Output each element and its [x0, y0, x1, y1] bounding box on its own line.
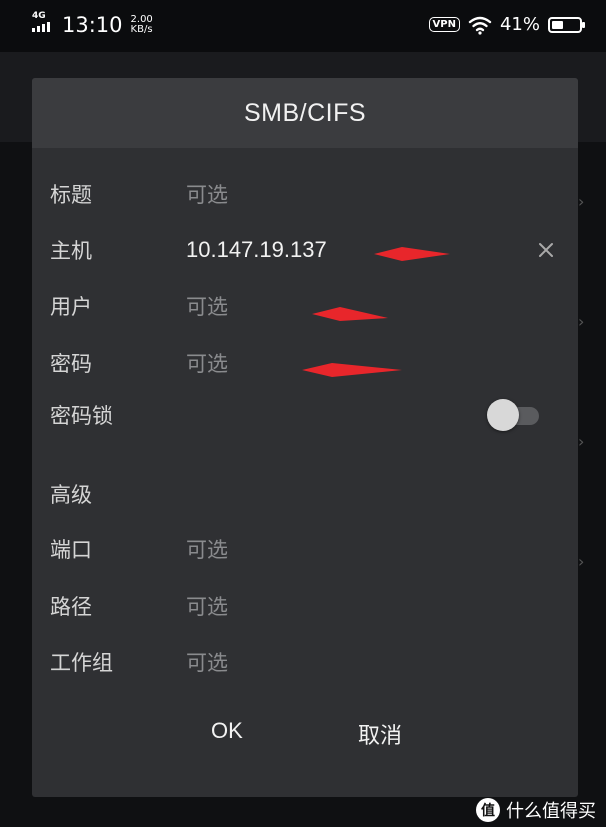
path-label: 路径	[50, 595, 92, 619]
toggle-thumb	[487, 399, 519, 431]
battery-fill	[552, 20, 563, 29]
ok-button[interactable]: OK	[211, 718, 243, 744]
close-icon	[539, 243, 553, 257]
path-input[interactable]: 可选	[186, 591, 228, 621]
password-lock-label: 密码锁	[50, 404, 113, 428]
advanced-heading: 高级	[50, 483, 92, 507]
password-lock-row: 密码锁	[32, 387, 578, 443]
port-field-row[interactable]: 端口 可选	[32, 521, 578, 577]
smb-connection-dialog: SMB/CIFS 标题 可选 主机 10.147.19.137 用户 可选 密码…	[32, 78, 578, 797]
vpn-icon: VPN	[428, 17, 460, 32]
watermark-text: 什么值得买	[506, 801, 596, 822]
host-label: 主机	[50, 239, 92, 263]
user-label: 用户	[50, 295, 92, 319]
host-input[interactable]: 10.147.19.137	[186, 237, 327, 263]
network-speed: 2.00 KB/s	[131, 15, 153, 35]
title-field-row[interactable]: 标题 可选	[32, 166, 578, 222]
password-field-row[interactable]: 密码 可选	[32, 335, 578, 391]
port-label: 端口	[50, 538, 92, 562]
status-right: VPN 41%	[428, 14, 585, 35]
chevron-right-icon: ›	[578, 312, 585, 331]
dialog-header: SMB/CIFS	[32, 78, 578, 148]
chevron-right-icon: ›	[578, 192, 585, 211]
path-field-row[interactable]: 路径 可选	[32, 578, 578, 634]
chevron-right-icon: ›	[578, 552, 585, 571]
workgroup-input[interactable]: 可选	[186, 647, 228, 677]
password-label: 密码	[50, 352, 92, 376]
network-type: 4G	[32, 11, 46, 21]
status-bar: 4G 13:10 2.00 KB/s VPN 41%	[0, 0, 606, 52]
cancel-button[interactable]: 取消	[358, 718, 402, 750]
clock: 13:10	[62, 13, 123, 37]
chevron-right-icon: ›	[578, 432, 585, 451]
password-input[interactable]: 可选	[186, 348, 228, 378]
watermark-logo: 值	[476, 798, 500, 822]
battery-icon	[548, 16, 585, 33]
cellular-signal-icon: 4G	[32, 11, 58, 38]
port-input[interactable]: 可选	[186, 534, 228, 564]
status-left: 4G 13:10 2.00 KB/s	[32, 11, 153, 38]
user-input[interactable]: 可选	[186, 291, 228, 321]
watermark: 值 什么值得买	[476, 797, 596, 823]
speed-unit: KB/s	[130, 24, 153, 35]
user-field-row[interactable]: 用户 可选	[32, 278, 578, 334]
workgroup-field-row[interactable]: 工作组 可选	[32, 634, 578, 690]
clear-host-button[interactable]	[532, 236, 560, 264]
title-label: 标题	[50, 183, 92, 207]
password-lock-toggle[interactable]	[487, 399, 543, 431]
battery-percent: 41%	[499, 14, 540, 35]
wifi-icon	[468, 16, 492, 35]
advanced-section: 高级	[32, 466, 578, 522]
title-input[interactable]: 可选	[186, 179, 228, 209]
dialog-title: SMB/CIFS	[243, 98, 367, 127]
host-field-row[interactable]: 主机 10.147.19.137	[32, 222, 578, 278]
workgroup-label: 工作组	[50, 651, 113, 675]
